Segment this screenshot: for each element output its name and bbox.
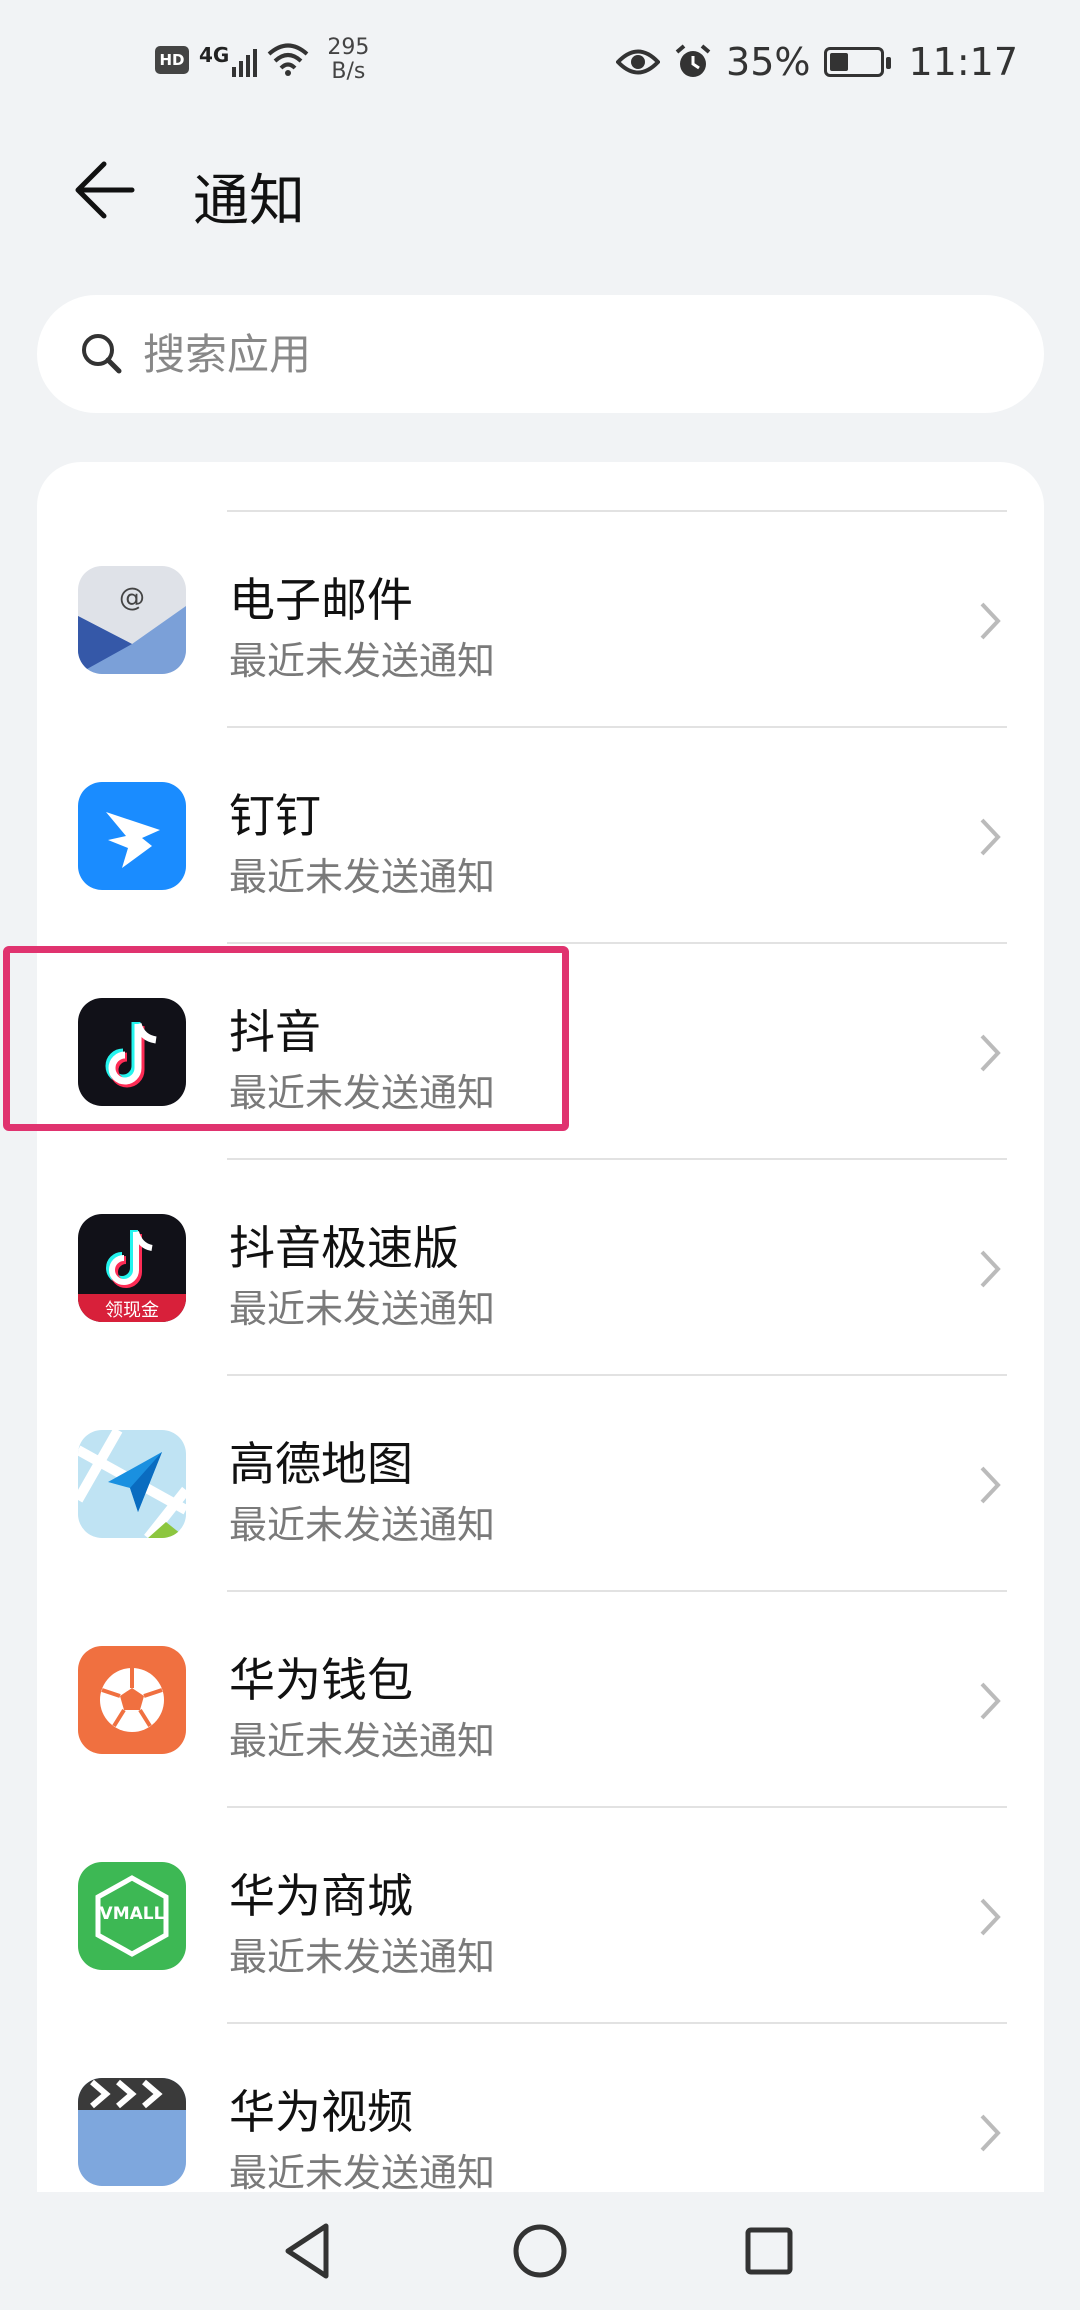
list-item-huawei-video[interactable]: 华为视频 最近未发送通知: [37, 2024, 1044, 2192]
battery-icon: [824, 47, 892, 77]
list-item-dingtalk[interactable]: 钉钉 最近未发送通知: [37, 728, 1044, 944]
list-item-huawei-wallet[interactable]: 华为钱包 最近未发送通知: [37, 1592, 1044, 1808]
app-status: 最近未发送通知: [229, 639, 496, 683]
app-name: 高德地图: [229, 1437, 413, 1491]
list-item-email[interactable]: @ 电子邮件 最近未发送通知: [37, 512, 1044, 728]
search-bar[interactable]: [37, 295, 1044, 413]
alarm-icon: [675, 44, 711, 77]
arrow-left-icon[interactable]: [70, 150, 150, 230]
app-name: 华为钱包: [229, 1653, 413, 1707]
list-item-amap[interactable]: 高德地图 最近未发送通知: [37, 1376, 1044, 1592]
chevron-right-icon: [980, 818, 1001, 856]
amap-icon: [78, 1430, 186, 1538]
eye-icon: [616, 49, 661, 75]
app-status: 最近未发送通知: [229, 2151, 496, 2192]
status-bar: HD 4G 295 B/s 35% 11:17: [0, 0, 1080, 120]
app-name: 电子邮件: [229, 573, 413, 627]
vmall-badge: VMALL: [99, 1904, 165, 1924]
navigation-bar: [0, 2192, 1080, 2310]
huawei-wallet-icon: [78, 1646, 186, 1754]
chevron-right-icon: [980, 1682, 1001, 1720]
app-list: @ 电子邮件 最近未发送通知 钉钉 最近未发送通知 抖音 最近未发送通知 领现金…: [37, 462, 1044, 2192]
app-status: 最近未发送通知: [229, 1503, 496, 1547]
chevron-right-icon: [980, 1034, 1001, 1072]
page-title: 通知: [193, 169, 305, 234]
chevron-right-icon: [980, 2114, 1001, 2152]
clock-time: 11:17: [908, 40, 1018, 84]
chevron-right-icon: [980, 1466, 1001, 1504]
svg-text:@: @: [119, 583, 145, 613]
app-status: 最近未发送通知: [229, 1287, 496, 1331]
header: 通知: [0, 130, 1080, 250]
huawei-video-icon: [78, 2078, 186, 2186]
dingtalk-icon: [78, 782, 186, 890]
email-icon: @: [78, 566, 186, 674]
back-triangle-icon[interactable]: [274, 2216, 344, 2286]
status-left: HD 4G 295 B/s: [155, 36, 369, 84]
chevron-right-icon: [980, 1250, 1001, 1288]
douyin-lite-badge: 领现金: [105, 1300, 159, 1321]
list-item-vmall[interactable]: VMALL 华为商城 最近未发送通知: [37, 1808, 1044, 2024]
vmall-icon: VMALL: [78, 1862, 186, 1970]
status-right: 35% 11:17: [616, 40, 1018, 84]
home-circle-icon[interactable]: [505, 2216, 575, 2286]
app-status: 最近未发送通知: [229, 855, 496, 899]
wifi-icon: [268, 43, 309, 76]
list-item-douyin-lite[interactable]: 领现金 抖音极速版 最近未发送通知: [37, 1160, 1044, 1376]
hd-icon: HD: [155, 46, 189, 74]
highlight-box: [3, 946, 569, 1131]
app-name: 华为商城: [229, 1869, 413, 1923]
signal-icon: 4G: [199, 43, 258, 77]
net-speed: 295 B/s: [327, 35, 370, 84]
app-name: 华为视频: [229, 2085, 413, 2139]
app-name: 钉钉: [229, 789, 321, 843]
app-status: 最近未发送通知: [229, 1935, 496, 1979]
app-name: 抖音极速版: [229, 1221, 459, 1275]
search-icon: [82, 334, 122, 374]
chevron-right-icon: [980, 1898, 1001, 1936]
app-status: 最近未发送通知: [229, 1719, 496, 1763]
recents-square-icon[interactable]: [734, 2216, 804, 2286]
battery-percent: 35%: [726, 40, 811, 84]
douyin-lite-icon: 领现金: [78, 1214, 186, 1322]
search-input[interactable]: [143, 295, 993, 413]
chevron-right-icon: [980, 602, 1001, 640]
